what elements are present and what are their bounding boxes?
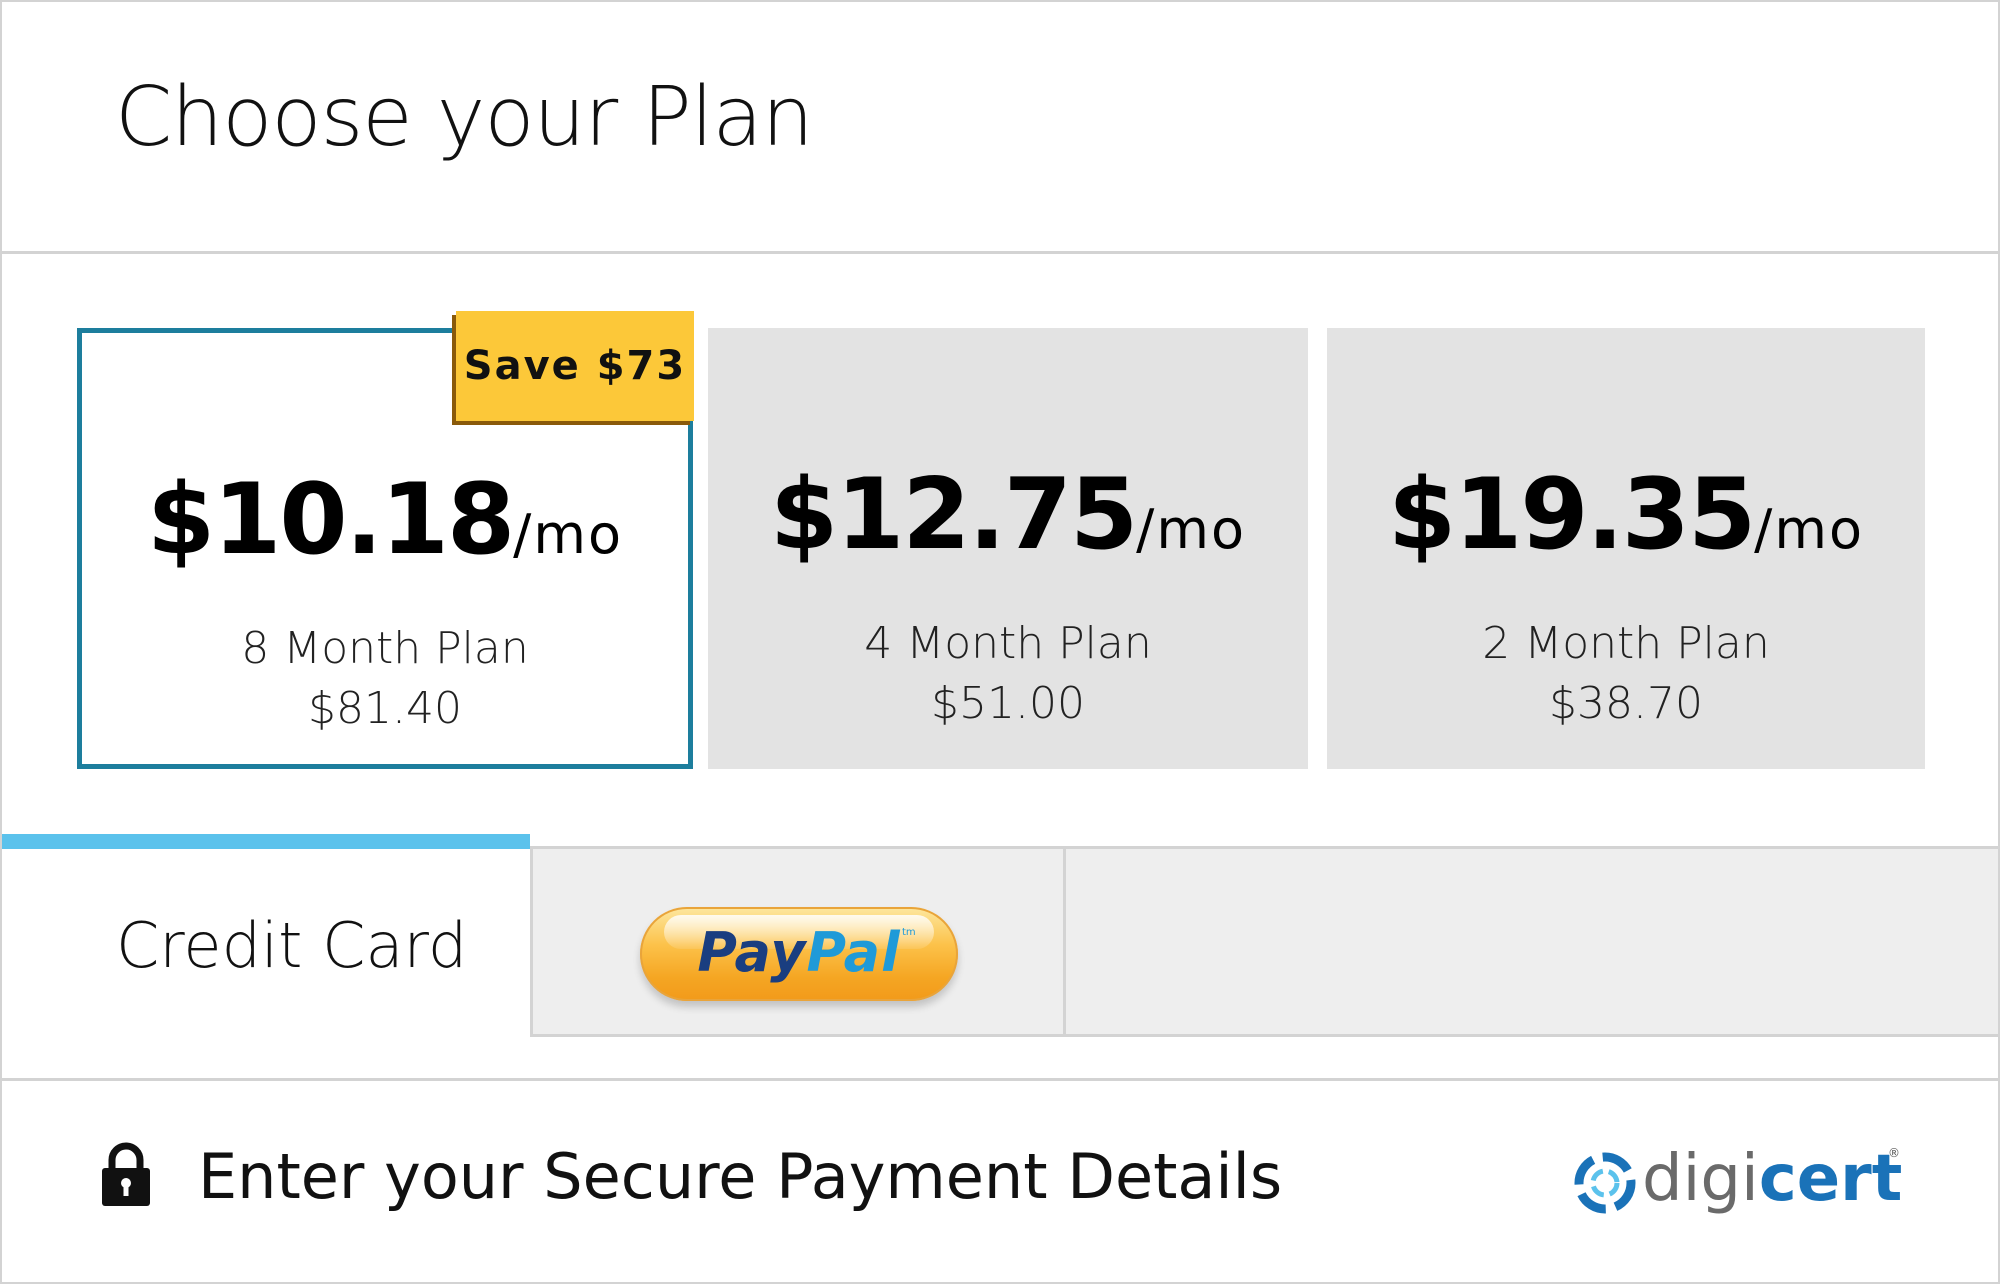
plan-total: $81.40	[308, 683, 462, 734]
savings-badge: Save $73	[456, 311, 694, 421]
plan-card-2-month[interactable]: $19.35/mo 2 Month Plan $38.70	[1327, 328, 1925, 769]
secure-payment-heading: Enter your Secure Payment Details	[198, 1140, 1283, 1213]
digicert-logo: digicert ®	[1572, 1140, 1902, 1220]
plan-total: $38.70	[1549, 678, 1703, 729]
tab-credit-card[interactable]: Credit Card	[2, 849, 530, 1037]
digicert-swirl-icon	[1574, 1152, 1636, 1214]
plan-name: 4 Month Plan	[864, 618, 1152, 669]
tab-empty-area	[1066, 849, 1998, 1037]
plan-price: $10.18	[146, 463, 515, 577]
price-row: $10.18/mo	[82, 463, 688, 577]
plan-price: $19.35	[1387, 458, 1756, 572]
registered-mark: ®	[1888, 1146, 1900, 1160]
paypal-button[interactable]: PayPal tm	[640, 907, 958, 1001]
lock-icon	[102, 1142, 150, 1206]
active-tab-indicator	[2, 834, 530, 849]
plan-total: $51.00	[931, 678, 1085, 729]
plan-unit: /mo	[1754, 498, 1864, 561]
plan-price: $12.75	[769, 458, 1138, 572]
digicert-wordmark: digicert	[1642, 1142, 1903, 1216]
plan-name: 2 Month Plan	[1482, 618, 1770, 669]
plan-unit: /mo	[1136, 498, 1246, 561]
plan-unit: /mo	[513, 503, 623, 566]
paypal-tm: tm	[902, 927, 916, 938]
plan-name: 8 Month Plan	[241, 623, 529, 674]
footer-divider	[2, 1078, 1998, 1081]
page-title: Choose your Plan	[115, 70, 814, 165]
tab-credit-card-label: Credit Card	[116, 909, 468, 982]
price-row: $19.35/mo	[1327, 458, 1925, 572]
plan-header: Choose your Plan	[2, 2, 1998, 254]
price-row: $12.75/mo	[708, 458, 1308, 572]
plan-card-4-month[interactable]: $12.75/mo 4 Month Plan $51.00	[708, 328, 1308, 769]
